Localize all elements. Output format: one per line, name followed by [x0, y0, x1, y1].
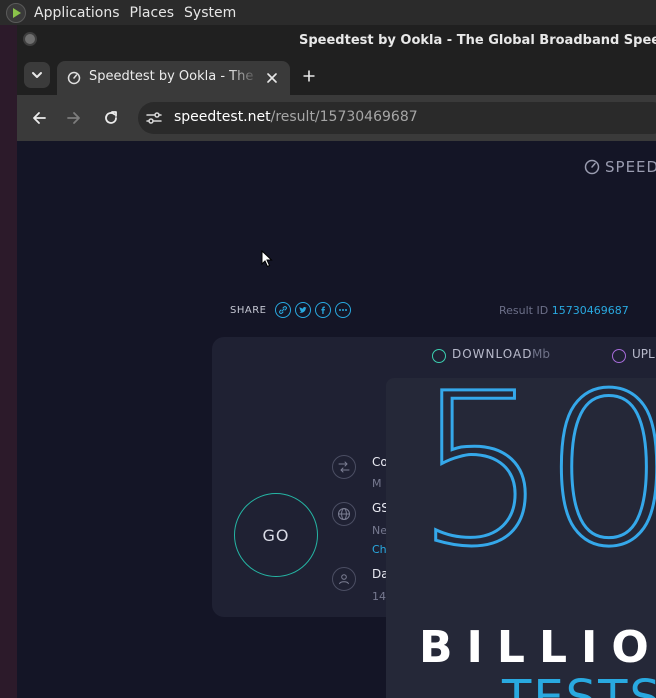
speedtest-logo[interactable]: SPEED [584, 158, 656, 176]
brand-text: SPEED [605, 158, 656, 176]
share-more-icon[interactable] [335, 302, 352, 318]
address-bar[interactable]: speedtest.net/result/15730469687 [138, 102, 656, 134]
reload-button[interactable] [100, 107, 122, 129]
back-button[interactable] [28, 107, 50, 129]
menu-places[interactable]: Places [130, 5, 175, 21]
top-panel: Applications Places System [0, 0, 656, 25]
result-id-label: Result ID [499, 304, 549, 317]
menu-system[interactable]: System [184, 5, 236, 21]
ad-billion-text: BILLIO [419, 622, 656, 673]
tab-strip: Speedtest by Ookla - The Global Broadban… [17, 57, 656, 95]
ad-number: 50 [413, 378, 656, 593]
share-link-icon[interactable] [275, 302, 292, 318]
download-label: DOWNLOAD [452, 347, 533, 361]
person-icon[interactable] [332, 567, 356, 591]
share-label: SHARE [230, 304, 267, 316]
desktop-background [0, 25, 17, 698]
share-facebook-icon[interactable] [315, 302, 332, 318]
go-button[interactable]: GO [234, 493, 318, 577]
distro-logo-icon[interactable] [6, 2, 26, 23]
result-id-link[interactable]: 15730469687 [552, 304, 629, 317]
connections-icon[interactable] [332, 455, 356, 479]
window-title: Speedtest by Ookla - The Global Broadban… [299, 33, 656, 48]
change-server-link[interactable]: Ch [372, 543, 387, 556]
tab-title: Speedtest by Ookla - The Global Broadban… [89, 69, 259, 84]
speedometer-icon [67, 71, 81, 85]
download-icon [432, 349, 446, 363]
globe-icon[interactable] [332, 502, 356, 526]
arrow-left-icon [33, 112, 46, 124]
plus-icon [303, 70, 315, 82]
provider-value: 14 [372, 590, 386, 603]
browser-window: Speedtest by Ookla - The Global Broadban… [17, 25, 656, 698]
browser-toolbar: speedtest.net/result/15730469687 [17, 95, 656, 141]
ad-tests-text: TESTS [502, 670, 656, 698]
page-content: SPEED SHARE Result ID 15730469687 DOWNLO… [17, 141, 656, 698]
site-info-icon[interactable] [146, 110, 162, 126]
window-menu-button[interactable] [23, 32, 37, 46]
new-tab-button[interactable] [299, 66, 319, 86]
reload-icon [105, 111, 117, 124]
url-text: speedtest.net/result/15730469687 [174, 109, 418, 125]
mouse-pointer-icon [261, 250, 273, 268]
forward-button[interactable] [63, 107, 85, 129]
share-bar: SHARE [230, 302, 352, 318]
chevron-down-icon [32, 72, 42, 78]
url-host: speedtest.net [174, 109, 271, 125]
window-titlebar[interactable]: Speedtest by Ookla - The Global Broadban… [17, 25, 656, 57]
tab-speedtest[interactable]: Speedtest by Ookla - The Global Broadban… [57, 61, 290, 95]
advertisement-banner[interactable]: 50 BILLIO TESTS [386, 378, 656, 698]
connections-value: M [372, 477, 382, 490]
upload-label: UPL [632, 347, 655, 361]
speedometer-icon [584, 159, 600, 175]
tab-close-button[interactable] [263, 69, 281, 87]
go-label: GO [262, 525, 290, 545]
server-location: Ne [372, 524, 387, 537]
download-unit: Mb [532, 347, 550, 361]
arrow-right-icon [67, 112, 80, 124]
url-path: /result/15730469687 [270, 109, 418, 125]
close-icon [267, 73, 277, 83]
upload-icon [612, 349, 626, 363]
share-twitter-icon[interactable] [295, 302, 312, 318]
result-id: Result ID 15730469687 [499, 304, 629, 317]
menu-applications[interactable]: Applications [34, 5, 120, 21]
tab-search-button[interactable] [24, 62, 50, 88]
